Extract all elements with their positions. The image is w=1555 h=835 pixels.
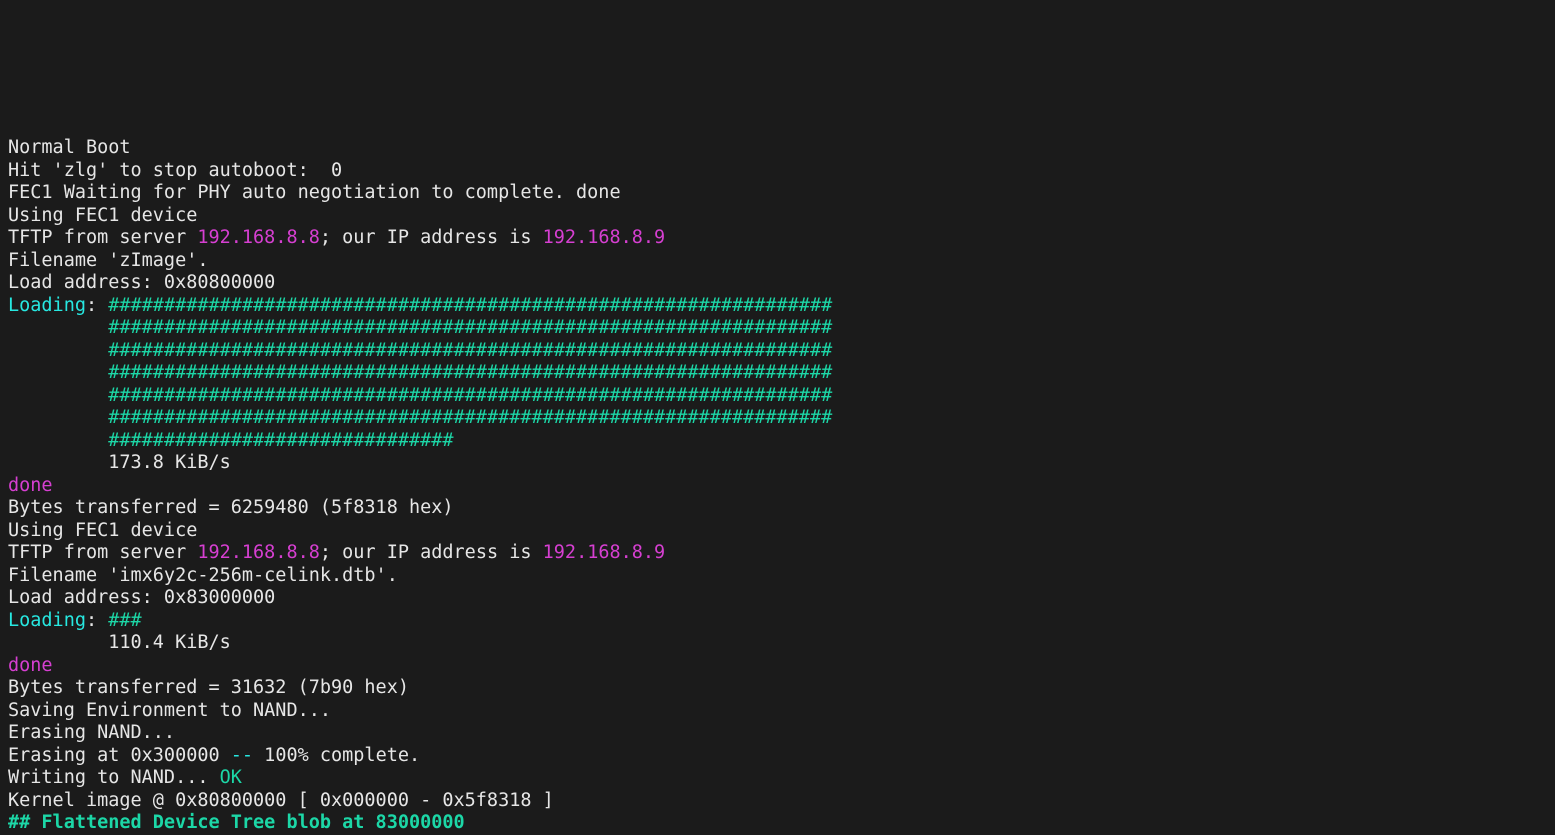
line-fdt-blob: ## Flattened Device Tree blob at 8300000… — [8, 812, 465, 833]
line-kernel-image: Kernel image @ 0x80800000 [ 0x000000 - 0… — [8, 790, 554, 811]
line-loadaddr-1: Load address: 0x80800000 — [8, 272, 275, 293]
progress-hashes: ########################################… — [108, 295, 832, 316]
line-erasing-nand: Erasing NAND... — [8, 722, 175, 743]
line-filename-zimage: Filename 'zImage'. — [8, 250, 208, 271]
progress-hashes: ############################### — [8, 430, 454, 451]
progress-hashes: ########################################… — [8, 317, 832, 338]
line-using-fec1: Using FEC1 device — [8, 205, 197, 226]
line-bytes-2: Bytes transferred = 31632 (7b90 hex) — [8, 677, 409, 698]
ip-ours-1: 192.168.8.9 — [543, 227, 666, 248]
line-done-1: done — [8, 475, 53, 496]
line-phy-wait: FEC1 Waiting for PHY auto negotiation to… — [8, 182, 621, 203]
status-ok: OK — [220, 767, 242, 788]
ip-ours-2: 192.168.8.9 — [543, 542, 666, 563]
line-done-2: done — [8, 655, 53, 676]
line-bytes-1: Bytes transferred = 6259480 (5f8318 hex) — [8, 497, 454, 518]
progress-hashes: ########################################… — [8, 407, 832, 428]
line-saving-env: Saving Environment to NAND... — [8, 700, 331, 721]
line-autoboot: Hit 'zlg' to stop autoboot: 0 — [8, 160, 342, 181]
terminal-output[interactable]: Normal Boot Hit 'zlg' to stop autoboot: … — [0, 0, 1540, 835]
progress-hashes: ########################################… — [8, 385, 832, 406]
line-using-fec1-2: Using FEC1 device — [8, 520, 197, 541]
line-loadaddr-2: Load address: 0x83000000 — [8, 587, 275, 608]
line-writing-nand: Writing to NAND... OK — [8, 767, 242, 788]
progress-hashes: ########################################… — [8, 340, 832, 361]
line-tftp-2: TFTP from server 192.168.8.8; our IP add… — [8, 542, 665, 563]
ip-server-2: 192.168.8.8 — [197, 542, 320, 563]
line-speed-1: 173.8 KiB/s — [8, 452, 231, 473]
line-tftp-1: TFTP from server 192.168.8.8; our IP add… — [8, 227, 665, 248]
line-speed-2: 110.4 KiB/s — [8, 632, 231, 653]
line-filename-dtb: Filename 'imx6y2c-256m-celink.dtb'. — [8, 565, 398, 586]
line-loading-1: Loading: ###############################… — [8, 295, 832, 316]
progress-hashes: ########################################… — [8, 362, 832, 383]
line-loading-2: Loading: ### — [8, 610, 142, 631]
line-normal-boot: Normal Boot — [8, 137, 131, 158]
ip-server-1: 192.168.8.8 — [197, 227, 320, 248]
line-erasing-at: Erasing at 0x300000 -- 100% complete. — [8, 745, 420, 766]
progress-hashes-small: ### — [108, 610, 141, 631]
